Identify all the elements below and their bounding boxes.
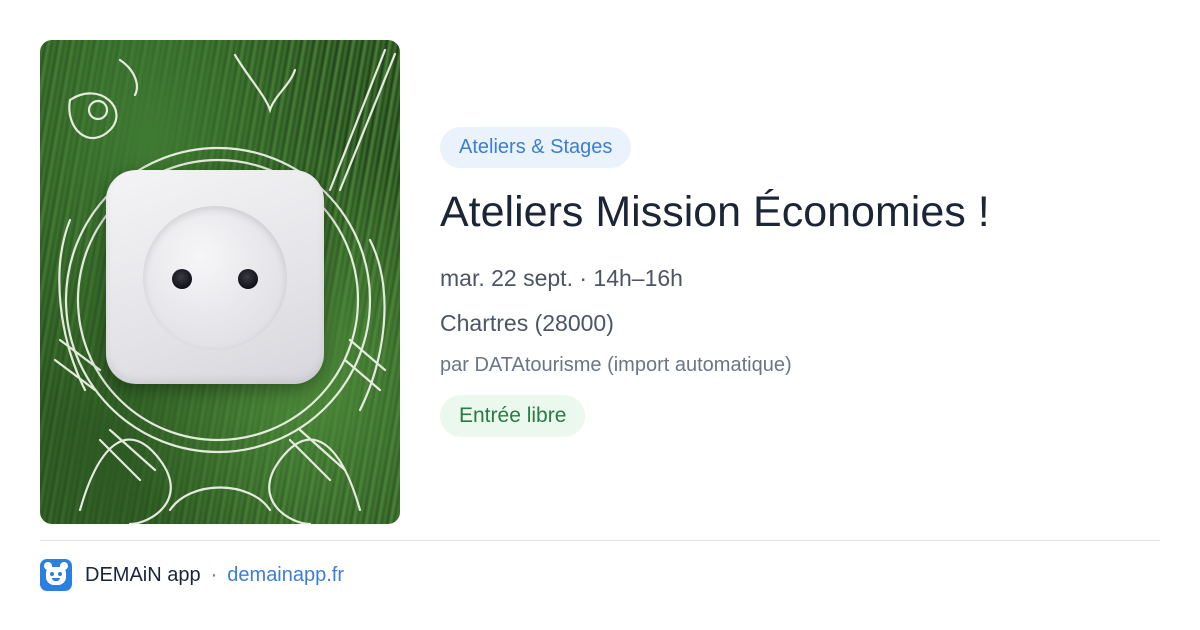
event-image [40, 40, 400, 524]
app-name: DEMAiN app [85, 563, 201, 586]
power-socket [106, 170, 324, 384]
socket-hole-left [172, 269, 192, 289]
logo-mouth [52, 578, 60, 581]
app-url-link[interactable]: demainapp.fr [227, 564, 344, 587]
socket-face [143, 206, 287, 350]
price-badge: Entrée libre [440, 395, 586, 437]
footer: DEMAiN app · demainapp.fr [40, 558, 344, 592]
demain-app-logo-icon[interactable] [40, 559, 72, 591]
logo-face [46, 567, 66, 585]
socket-hole-right [238, 269, 258, 289]
category-badge[interactable]: Ateliers & Stages [440, 127, 632, 168]
logo-eye-right [58, 572, 62, 576]
event-location: Chartres (28000) [440, 310, 614, 336]
event-organizer: par DATAtourisme (import automatique) [440, 354, 792, 376]
logo-eye-left [50, 572, 54, 576]
footer-divider [40, 540, 1160, 541]
event-title: Ateliers Mission Économies ! [440, 188, 990, 236]
footer-separator: · [210, 563, 218, 586]
event-datetime: mar. 22 sept. · 14h–16h [440, 265, 683, 291]
